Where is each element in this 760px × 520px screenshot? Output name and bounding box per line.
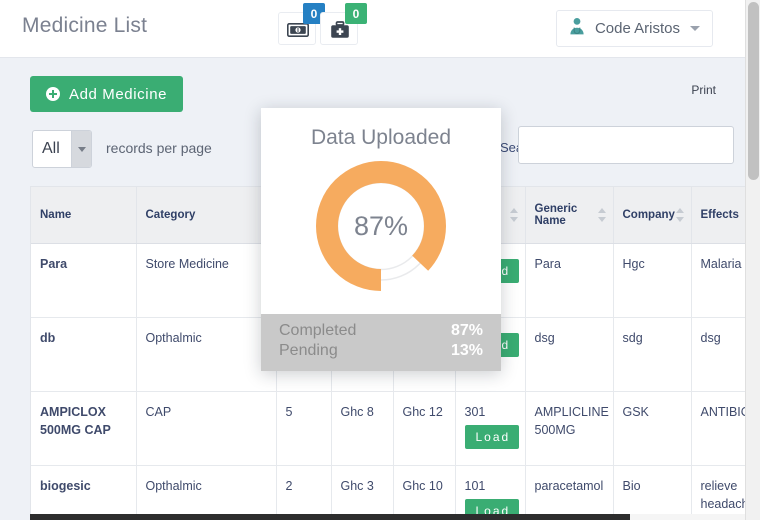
pending-row: Pending 13% xyxy=(279,341,483,361)
add-medicine-label: Add Medicine xyxy=(69,85,168,103)
cell-quantity: 2 xyxy=(276,465,332,520)
select-arrow xyxy=(71,131,91,167)
user-menu[interactable]: Code Aristos xyxy=(555,10,713,47)
column-header-generic-name[interactable]: Generic Name xyxy=(525,187,614,244)
cell-stock: 301 Load xyxy=(455,391,526,466)
page-title: Medicine List xyxy=(22,14,148,37)
modal-title: Data Uploaded xyxy=(310,126,452,149)
cell-selling-price: Ghc 12 xyxy=(393,391,456,466)
cell-effects: dsg xyxy=(691,317,746,392)
load-button[interactable]: Load xyxy=(464,424,520,449)
cell-category: Opthalmic xyxy=(136,465,277,520)
column-header-effects[interactable]: Effects xyxy=(691,187,746,244)
records-per-page-value: All xyxy=(42,140,60,157)
stock-value: 101 xyxy=(464,478,486,493)
page-scroll-thumb[interactable] xyxy=(748,2,759,180)
cell-generic-name: Para xyxy=(525,243,614,318)
donut-center-label: 87% xyxy=(353,210,409,241)
add-medicine-button[interactable]: Add Medicine xyxy=(30,76,184,112)
cell-company: Bio xyxy=(613,465,692,520)
sort-icon xyxy=(597,207,607,222)
sales-stat-box[interactable]: 0 xyxy=(278,3,325,45)
column-header-company[interactable]: Company xyxy=(613,187,692,244)
cell-name: Para xyxy=(31,243,137,318)
cell-name: db xyxy=(31,317,137,392)
upload-donut-chart: 87% xyxy=(311,156,451,296)
user-menu-label: Code Aristos xyxy=(594,20,680,37)
plus-circle-icon xyxy=(46,87,60,101)
cell-effects: Malaria xyxy=(691,243,746,318)
cell-cost-price: Ghc 3 xyxy=(331,465,394,520)
cell-name: AMPICLOX 500MG CAP xyxy=(31,391,137,466)
page-vertical-scrollbar[interactable] xyxy=(745,0,760,520)
cell-category: CAP xyxy=(136,391,277,466)
table-row[interactable]: biogesic Opthalmic 2 Ghc 3 Ghc 10 101 Lo… xyxy=(31,465,746,520)
cell-generic-name: AMPLICLINE 500MG xyxy=(525,391,614,466)
table-horizontal-scrollbar[interactable] xyxy=(30,514,746,520)
records-per-page-label: records per page xyxy=(106,140,212,156)
print-button[interactable]: Print xyxy=(684,80,723,100)
cell-company: sdg xyxy=(613,317,692,392)
medicine-stat-badge: 0 xyxy=(345,3,367,24)
chevron-down-icon xyxy=(690,26,700,31)
search-input[interactable] xyxy=(518,126,734,164)
cell-category: Store Medicine xyxy=(136,243,277,318)
pending-label: Pending xyxy=(279,342,338,359)
pending-value: 13% xyxy=(450,342,483,359)
completed-value: 87% xyxy=(450,322,483,339)
cell-effects: relieve headache xyxy=(691,465,746,520)
table-row[interactable]: AMPICLOX 500MG CAP CAP 5 Ghc 8 Ghc 12 30… xyxy=(31,391,746,466)
doctor-icon xyxy=(567,16,587,41)
data-uploaded-modal: Data Uploaded 87% Completed 87% Pending … xyxy=(261,108,501,371)
column-header-name[interactable]: Name xyxy=(31,187,137,244)
top-bar: Medicine List 0 0 Code Aristos xyxy=(0,0,745,58)
cell-stock: 101 Load xyxy=(455,465,526,520)
sort-icon xyxy=(509,207,519,222)
cell-company: Hgc xyxy=(613,243,692,318)
medicine-list-page: Medicine List 0 0 Code Aristos Add Medic… xyxy=(0,0,760,520)
sort-icon xyxy=(675,207,685,222)
cell-generic-name: paracetamol xyxy=(525,465,614,520)
cell-effects: ANTIBIOTIC xyxy=(691,391,746,466)
cell-quantity: 5 xyxy=(276,391,332,466)
cell-selling-price: Ghc 10 xyxy=(393,465,456,520)
table-horizontal-scroll-thumb[interactable] xyxy=(30,514,630,520)
cell-category: Opthalmic xyxy=(136,317,277,392)
medicine-stat-box[interactable]: 0 xyxy=(320,3,367,45)
modal-footer: Completed 87% Pending 13% xyxy=(261,314,501,371)
modal-body: Data Uploaded 87% xyxy=(261,108,501,314)
cell-generic-name: dsg xyxy=(525,317,614,392)
cell-name: biogesic xyxy=(31,465,137,520)
stock-value: 301 xyxy=(464,404,486,419)
completed-row: Completed 87% xyxy=(279,321,483,341)
records-per-page-select[interactable]: All xyxy=(32,130,92,168)
cell-company: GSK xyxy=(613,391,692,466)
completed-label: Completed xyxy=(279,322,357,339)
cell-cost-price: Ghc 8 xyxy=(331,391,394,466)
column-header-category[interactable]: Category xyxy=(136,187,277,244)
